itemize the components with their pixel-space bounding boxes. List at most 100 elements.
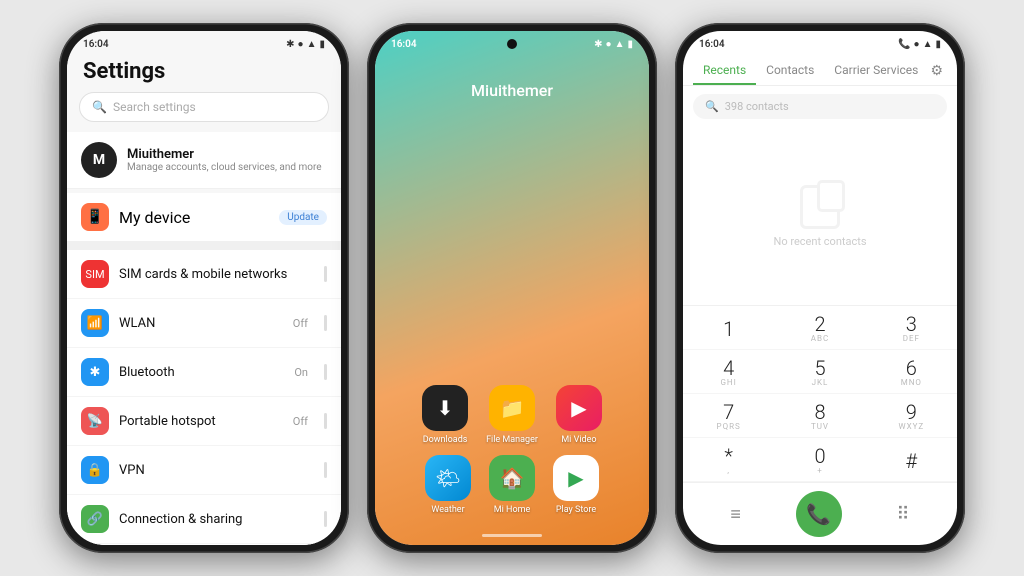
app-weather[interactable]: 🌤 Weather [425,455,471,515]
bt-label: Bluetooth [119,365,284,380]
hotspot-value: Off [293,415,308,428]
account-name: Miuithemer [127,147,322,162]
no-contacts-area: No recent contacts [683,127,957,305]
key-2[interactable]: 2 ABC [774,306,865,350]
playstore-icon: ▶ [553,455,599,501]
dialer-search[interactable]: 🔍 398 contacts [693,94,947,119]
call-button[interactable]: 📞 [796,491,842,537]
settings-item-wlan[interactable]: 📶 WLAN Off [67,299,341,348]
downloads-icon: ⬇ [422,385,468,431]
dialer-status-icons: 📞 ● ▲ ▮ [898,39,941,50]
app-filemanager[interactable]: 📁 File Manager [486,385,538,445]
app-mihome[interactable]: 🏠 Mi Home [489,455,535,515]
wlan-handle [324,315,327,331]
no-contacts-icon [800,185,840,229]
settings-item-sharing[interactable]: 🔗 Connection & sharing [67,495,341,544]
keypad: 1 2 ABC 3 DEF 4 GHI 5 JKL [683,305,957,482]
settings-screen: 16:04 ✱ ● ▲ ▮ Settings 🔍 Search settings… [67,31,341,545]
bt-value: On [294,366,308,379]
sim-handle [324,266,327,282]
settings-phone: 16:04 ✱ ● ▲ ▮ Settings 🔍 Search settings… [59,23,349,553]
dialpad-grid-icon[interactable]: ⠿ [896,504,909,525]
bt-icon-item: ✱ [81,358,109,386]
status-time: 16:04 [83,39,109,50]
dialer-header: Recents Contacts Carrier Services ⚙ [683,53,957,86]
settings-item-sim[interactable]: SIM SIM cards & mobile networks [67,250,341,299]
gear-icon[interactable]: ⚙ [930,63,943,79]
home-greeting: Miuithemer [375,81,649,100]
home-indicator [482,534,542,537]
key-5[interactable]: 5 JKL [774,350,865,394]
hotspot-label: Portable hotspot [119,414,283,429]
downloads-label: Downloads [423,435,468,445]
dialer-signal: ● [914,39,920,50]
tab-carrier[interactable]: Carrier Services [824,57,928,85]
tab-contacts[interactable]: Contacts [756,57,824,85]
hotspot-icon: 📡 [81,407,109,435]
update-badge[interactable]: Update [279,210,327,225]
key-1[interactable]: 1 [683,306,774,350]
settings-item-bt[interactable]: ✱ Bluetooth On [67,348,341,397]
settings-item-wallpaper[interactable]: 🖼 Wallpaper & personalization [67,544,341,545]
key-4[interactable]: 4 GHI [683,350,774,394]
weather-label: Weather [431,505,464,515]
app-playstore[interactable]: ▶ Play Store [553,455,599,515]
status-bar: 16:04 ✱ ● ▲ ▮ [67,31,341,53]
mihome-icon: 🏠 [489,455,535,501]
dialer-call-icon: 📞 [898,39,910,50]
key-7[interactable]: 7 PQRS [683,394,774,438]
home-wifi: ▲ [615,39,625,50]
app-row-1: ⬇ Downloads 📁 File Manager ▶ [422,385,602,445]
app-downloads[interactable]: ⬇ Downloads [422,385,468,445]
key-star[interactable]: * , [683,438,774,482]
camera-cutout [507,39,517,49]
sharing-icon: 🔗 [81,505,109,533]
home-signal: ● [606,39,612,50]
app-mivideo[interactable]: ▶ Mi Video [556,385,602,445]
mivideo-icon: ▶ [556,385,602,431]
settings-divider [67,242,341,250]
sharing-label: Connection & sharing [119,512,312,527]
key-3[interactable]: 3 DEF [866,306,957,350]
settings-title: Settings [67,53,341,92]
vpn-label: VPN [119,463,312,478]
wlan-value: Off [293,317,308,330]
home-bt-icon: ✱ [594,39,602,50]
key-9[interactable]: 9 WXYZ [866,394,957,438]
dialer-status-bar: 16:04 📞 ● ▲ ▮ [683,31,957,53]
home-status-icons: ✱ ● ▲ ▮ [594,39,633,50]
dialer-tabs: Recents Contacts Carrier Services [683,53,957,86]
device-row[interactable]: 📱 My device Update [67,193,341,242]
settings-item-vpn[interactable]: 🔒 VPN [67,446,341,495]
wifi-icon: ▲ [307,39,317,50]
vpn-handle [324,462,327,478]
dialer-wifi: ▲ [923,39,933,50]
mihome-label: Mi Home [494,505,531,515]
key-6[interactable]: 6 MNO [866,350,957,394]
search-bar[interactable]: 🔍 Search settings [79,92,329,122]
home-time: 16:04 [391,39,417,50]
account-info: Miuithemer Manage accounts, cloud servic… [127,147,322,173]
key-8[interactable]: 8 TUV [774,394,865,438]
dialpad-menu-icon[interactable]: ≡ [730,504,741,525]
wlan-label: WLAN [119,316,283,331]
call-icon: 📞 [806,502,831,526]
search-placeholder: Search settings [113,100,196,114]
dialer-time: 16:04 [699,39,725,50]
device-label: My device [119,208,190,227]
tab-recents[interactable]: Recents [693,57,756,85]
dialer-bottom: ≡ 📞 ⠿ [683,482,957,545]
account-row[interactable]: M Miuithemer Manage accounts, cloud serv… [67,132,341,189]
weather-icon: 🌤 [425,455,471,501]
sim-icon: SIM [81,260,109,288]
no-contacts-text: No recent contacts [773,235,866,248]
sim-label: SIM cards & mobile networks [119,267,312,282]
key-0[interactable]: 0 + [774,438,865,482]
home-battery: ▮ [627,39,633,50]
status-icons: ✱ ● ▲ ▮ [286,39,325,50]
dialer-search-icon: 🔍 [705,100,719,113]
battery-icon: ▮ [319,39,325,50]
settings-item-hotspot[interactable]: 📡 Portable hotspot Off [67,397,341,446]
key-hash[interactable]: # [866,438,957,482]
dialer-screen: 16:04 📞 ● ▲ ▮ Recents Contacts Carrier S… [683,31,957,545]
